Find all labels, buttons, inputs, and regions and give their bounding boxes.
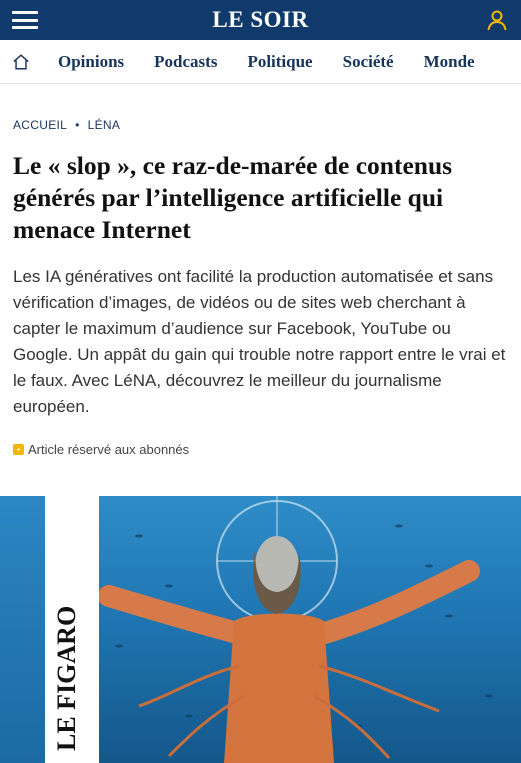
nav-item-politique[interactable]: Politique [247, 52, 312, 72]
home-icon[interactable] [12, 53, 30, 71]
breadcrumb-accueil[interactable]: ACCUEIL [13, 118, 67, 132]
hero-water-left [0, 496, 45, 763]
nav-item-opinions[interactable]: Opinions [58, 52, 124, 72]
breadcrumb-lena[interactable]: LÉNA [88, 118, 121, 132]
nav-item-monde[interactable]: Monde [424, 52, 475, 72]
top-bar: LE SOIR [0, 0, 521, 40]
article-content: ACCUEIL • LÉNA Le « slop », ce raz-de-ma… [13, 118, 508, 457]
subscriber-badge: ▪ Article réservé aux abonnés [13, 442, 508, 457]
breadcrumb-separator: • [75, 118, 80, 132]
site-logo[interactable]: LE SOIR [212, 7, 308, 33]
user-icon[interactable] [485, 8, 509, 32]
nav-item-podcasts[interactable]: Podcasts [154, 52, 217, 72]
breadcrumb: ACCUEIL • LÉNA [13, 118, 508, 132]
underwater-statue-illustration [99, 496, 493, 763]
nav-items: Opinions Podcasts Politique Société Mond… [58, 52, 475, 72]
lock-icon: ▪ [13, 444, 24, 455]
subscriber-badge-label: Article réservé aux abonnés [28, 442, 190, 457]
section-nav: Opinions Podcasts Politique Société Mond… [0, 40, 521, 84]
article-lead: Les IA génératives ont facilité la produ… [13, 267, 506, 416]
nav-item-societe[interactable]: Société [343, 52, 394, 72]
figaro-watermark: LE FIGARO [52, 605, 81, 751]
article-title: Le « slop », ce raz-de-marée de contenus… [13, 151, 453, 244]
hamburger-menu-icon[interactable] [12, 11, 38, 29]
hero-image[interactable]: LE FIGARO [0, 496, 521, 763]
